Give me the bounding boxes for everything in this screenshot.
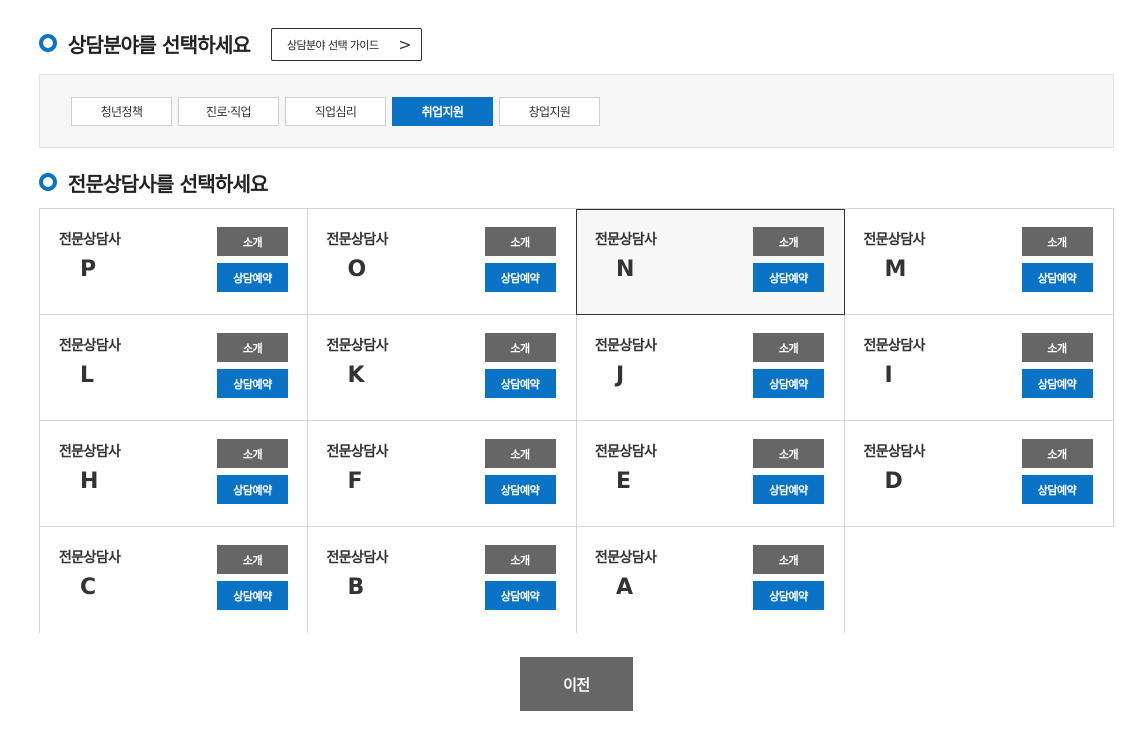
counselor-reserve-button[interactable]: 상담예약 [217,581,288,610]
counselor-role-label: 전문상담사 [59,232,121,248]
field-tab-1[interactable]: 청년정책 [71,97,172,126]
counselor-reserve-button[interactable]: 상담예약 [217,369,288,398]
counselor-reserve-button[interactable]: 상담예약 [484,475,556,504]
ring-bullet-icon [39,34,57,52]
counselor-intro-button[interactable]: 소개 [753,227,824,256]
counselor-name: K [347,363,365,388]
field-tab-4[interactable]: 취업지원 [392,97,493,126]
counselor-name: D [884,469,903,494]
counselor-role-label: 전문상담사 [326,444,389,460]
field-tab-list: 청년정책 진로·직업 직업심리 취업지원 창업지원 [71,97,606,126]
counselor-card[interactable]: 전문상담사 M 소개상담예약 [844,209,1114,315]
counselor-reserve-button[interactable]: 상담예약 [1021,369,1093,398]
counselor-card[interactable]: 전문상담사 B 소개상담예약 [308,527,577,633]
counselor-intro-button[interactable]: 소개 [1021,333,1093,362]
counselor-role-label: 전문상담사 [59,338,121,354]
field-tab-5[interactable]: 창업지원 [499,97,600,126]
counselor-section-title: 전문상담사를 선택하세요 [68,171,269,196]
counselor-role-label: 전문상담사 [326,550,389,566]
field-guide-button[interactable]: 상담분야 선택 가이드 > [271,28,422,61]
counselor-intro-button[interactable]: 소개 [484,545,556,574]
counselor-card[interactable]: 전문상담사 A 소개상담예약 [576,527,845,633]
ring-bullet-icon [39,173,57,191]
counselor-reserve-button[interactable]: 상담예약 [753,475,824,504]
counselor-name: N [616,257,635,282]
counselor-card[interactable]: 전문상담사 E 소개상담예약 [576,421,845,527]
counselor-role-label: 전문상담사 [326,338,389,354]
field-section-heading: 상담분야를 선택하세요 [39,28,251,58]
prev-button[interactable]: 이전 [520,657,633,711]
counselor-intro-button[interactable]: 소개 [753,333,824,362]
counselor-grid: 전문상담사 P 소개 상담예약 전문상담사 O 소개 상담예약 전문상담사 N 소개 상담예약 전문상담… [39,208,1114,633]
counselor-name: E [616,469,632,494]
counselor-name: H [80,469,99,494]
counselor-role-label: 전문상담사 [863,232,926,248]
counselor-name: M [884,257,907,282]
counselor-reserve-button[interactable]: 상담예약 [753,369,824,398]
counselor-role-label: 전문상담사 [595,338,657,354]
counselor-intro-button[interactable]: 소개 [217,439,288,468]
counselor-section-heading: 전문상담사를 선택하세요 [39,167,269,197]
counselor-reserve-button[interactable]: 상담예약 [484,581,556,610]
field-tab-panel: 청년정책 진로·직업 직업심리 취업지원 창업지원 [39,74,1114,148]
counselor-name: C [80,575,97,600]
counselor-role-label: 전문상담사 [59,444,121,460]
counselor-name: L [80,363,95,388]
chevron-right-icon: > [398,34,411,54]
counselor-name: P [80,257,97,282]
counselor-role-label: 전문상담사 [326,232,389,248]
counselor-reserve-button[interactable]: 상담예약 [753,263,824,292]
counselor-reserve-button[interactable]: 상담예약 [484,369,556,398]
field-tab-2[interactable]: 진로·직업 [178,97,279,126]
counselor-name: O [347,257,367,282]
counselor-intro-button[interactable]: 소개 [484,333,556,362]
counselor-card[interactable]: 전문상담사 C 소개상담예약 [39,527,308,633]
counselor-name: B [347,575,365,600]
counselor-name: J [616,363,625,388]
field-tab-3[interactable]: 직업심리 [285,97,386,126]
counselor-intro-button[interactable]: 소개 [753,439,824,468]
counselor-reserve-button[interactable]: 상담예약 [217,475,288,504]
counselor-role-label: 전문상담사 [863,444,926,460]
counselor-reserve-button[interactable]: 상담예약 [1021,263,1093,292]
counselor-intro-button[interactable]: 소개 [217,227,288,256]
counselor-role-label: 전문상담사 [595,232,657,248]
counselor-name: A [616,575,634,600]
counselor-intro-button[interactable]: 소개 [484,439,556,468]
counselor-intro-button[interactable]: 소개 [217,545,288,574]
counselor-card[interactable]: 전문상담사 O 소개상담예약 [307,209,577,315]
counselor-intro-button[interactable]: 소개 [1021,439,1093,468]
counselor-card[interactable]: 전문상담사 H 소개상담예약 [39,421,308,527]
counselor-reserve-button[interactable]: 상담예약 [484,263,556,292]
counselor-role-label: 전문상담사 [59,550,121,566]
counselor-intro-button[interactable]: 소개 [484,227,556,256]
counselor-reserve-button[interactable]: 상담예약 [753,581,824,610]
counselor-name: I [884,363,893,388]
counselor-card[interactable]: 전문상담사 F 소개상담예약 [307,421,577,527]
counselor-reserve-button[interactable]: 상담예약 [217,263,288,292]
counselor-name: F [347,469,363,494]
counselor-card[interactable]: 전문상담사 D 소개상담예약 [844,421,1114,527]
counselor-role-label: 전문상담사 [595,444,657,460]
counselor-intro-button[interactable]: 소개 [753,545,824,574]
counselor-card[interactable]: 전문상담사 K 소개상담예약 [307,315,577,421]
field-guide-label: 상담분야 선택 가이드 [287,38,379,52]
counselor-card[interactable]: 전문상담사 N 소개상담예약 [576,209,845,315]
counselor-role-label: 전문상담사 [595,550,657,566]
counselor-role-label: 전문상담사 [863,338,926,354]
counselor-card[interactable]: 전문상담사 P 소개상담예약 [39,209,308,315]
counselor-card[interactable]: 전문상담사 J 소개상담예약 [576,315,845,421]
counselor-reserve-button[interactable]: 상담예약 [1021,475,1093,504]
counselor-intro-button[interactable]: 소개 [1021,227,1093,256]
field-section-title: 상담분야를 선택하세요 [68,32,251,57]
counselor-card[interactable]: 전문상담사 I 소개상담예약 [844,315,1114,421]
counselor-card[interactable]: 전문상담사 L 소개상담예약 [39,315,308,421]
counselor-intro-button[interactable]: 소개 [217,333,288,362]
